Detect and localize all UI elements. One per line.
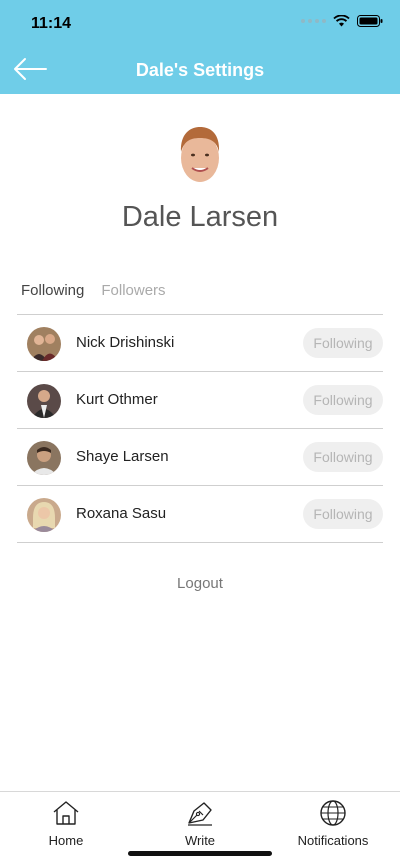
list-item: Kurt Othmer Following	[17, 372, 383, 429]
status-bar: 11:14	[0, 0, 400, 46]
signal-icon	[301, 19, 326, 23]
battery-icon	[357, 15, 383, 27]
globe-icon	[320, 800, 346, 826]
avatar[interactable]	[27, 327, 61, 361]
tab-home-label: Home	[48, 833, 84, 848]
tab-home[interactable]: Home	[40, 800, 92, 848]
wifi-icon	[333, 15, 350, 27]
header: 11:14 Dale's Settings	[0, 0, 400, 94]
home-icon	[53, 801, 79, 825]
home-indicator[interactable]	[128, 851, 272, 856]
status-time: 11:14	[31, 15, 72, 32]
following-button[interactable]: Following	[303, 499, 383, 529]
profile-avatar	[177, 124, 223, 184]
profile-name: Dale Larsen	[121, 201, 279, 233]
status-icons	[301, 15, 383, 27]
avatar[interactable]	[27, 441, 61, 475]
following-button[interactable]: Following	[303, 385, 383, 415]
tab-followers[interactable]: Followers	[101, 282, 165, 299]
following-button[interactable]: Following	[303, 442, 383, 472]
user-name[interactable]: Shaye Larsen	[76, 448, 169, 465]
user-name[interactable]: Nick Drishinski	[76, 334, 174, 351]
list-item: Nick Drishinski Following	[17, 315, 383, 372]
follow-tabs: Following Followers	[21, 282, 166, 299]
user-name[interactable]: Roxana Sasu	[76, 505, 166, 522]
logout-button[interactable]: Logout	[0, 575, 400, 592]
avatar[interactable]	[27, 498, 61, 532]
tab-write-label: Write	[184, 833, 216, 848]
avatar[interactable]	[27, 384, 61, 418]
list-item: Roxana Sasu Following	[17, 486, 383, 543]
page-title: Dale's Settings	[135, 60, 265, 80]
list-item: Shaye Larsen Following	[17, 429, 383, 486]
following-list: Nick Drishinski Following Kurt Othmer Fo…	[17, 314, 383, 543]
tab-following[interactable]: Following	[21, 282, 84, 299]
navbar: Dale's Settings	[0, 46, 400, 94]
tab-notifications-label: Notifications	[297, 833, 369, 848]
pen-icon	[188, 802, 212, 826]
following-button[interactable]: Following	[303, 328, 383, 358]
tab-notifications[interactable]: Notifications	[290, 800, 376, 848]
user-name[interactable]: Kurt Othmer	[76, 391, 158, 408]
tab-write[interactable]: Write	[176, 800, 224, 848]
